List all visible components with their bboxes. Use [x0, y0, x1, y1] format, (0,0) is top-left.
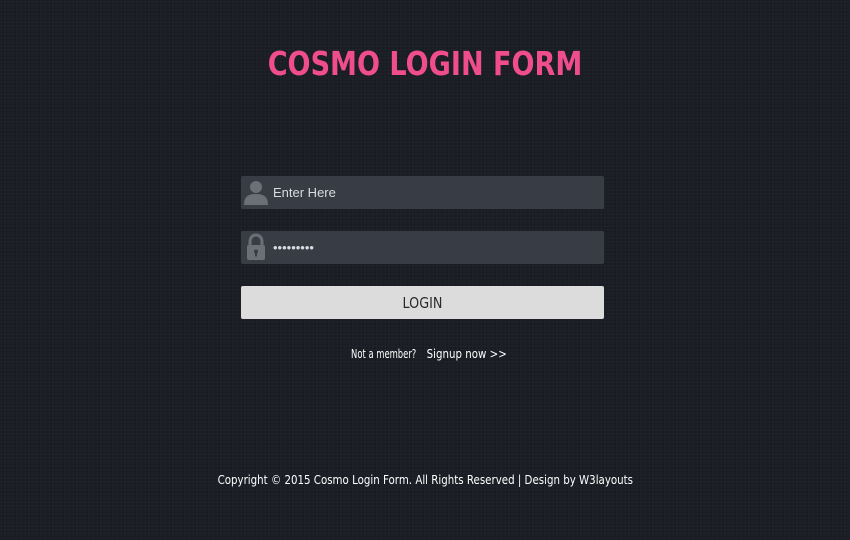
footer: Copyright © 2015 Cosmo Login Form. All R… — [0, 472, 850, 487]
designer-link[interactable]: W3layouts — [579, 472, 633, 487]
username-input[interactable] — [273, 176, 593, 209]
signup-question: Not a member? — [350, 346, 416, 361]
signup-link[interactable]: Signup now >> — [426, 346, 506, 361]
password-input[interactable] — [273, 231, 593, 264]
login-button[interactable]: LOGIN — [241, 286, 604, 319]
login-form: LOGIN — [241, 176, 604, 319]
copyright-text: Copyright © 2015 Cosmo Login Form. All R… — [217, 472, 576, 487]
signup-prompt: Not a member? Signup now >> — [0, 346, 850, 361]
login-button-label: LOGIN — [402, 293, 443, 312]
user-icon — [243, 178, 269, 207]
password-field — [241, 231, 604, 264]
lock-icon — [243, 233, 269, 262]
username-field — [241, 176, 604, 209]
page-title: COSMO LOGIN FORM — [267, 44, 583, 83]
